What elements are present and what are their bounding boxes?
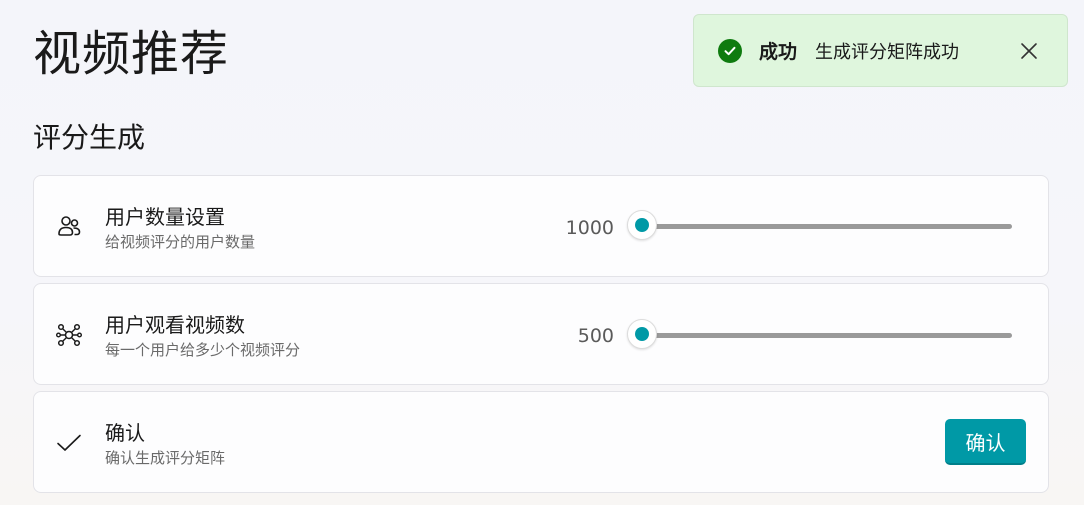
setting-card-confirm: 确认 确认生成评分矩阵 确认 bbox=[33, 391, 1049, 493]
notification-message: 生成评分矩阵成功 bbox=[815, 41, 960, 63]
confirm-label: 确认 bbox=[105, 421, 145, 445]
confirm-description: 确认生成评分矩阵 bbox=[105, 449, 226, 467]
success-check-icon bbox=[718, 38, 742, 63]
confirm-button[interactable]: 确认 bbox=[945, 419, 1026, 465]
slider-thumb[interactable] bbox=[627, 210, 657, 240]
videos-per-user-slider[interactable] bbox=[626, 319, 1012, 351]
setting-card-user-count: 用户数量设置 给视频评分的用户数量 1000 bbox=[33, 175, 1049, 277]
close-icon bbox=[1021, 43, 1037, 59]
section-title: 评分生成 bbox=[33, 121, 146, 154]
setting-card-videos-per-user: 用户观看视频数 每一个用户给多少个视频评分 500 bbox=[33, 283, 1049, 385]
slider-track[interactable] bbox=[642, 224, 1012, 229]
slider-thumb[interactable] bbox=[627, 319, 657, 349]
videos-per-user-label: 用户观看视频数 bbox=[105, 313, 245, 337]
slider-track[interactable] bbox=[642, 333, 1012, 338]
notification-title: 成功 bbox=[759, 41, 798, 63]
checkmark-icon bbox=[54, 428, 84, 458]
success-notification: 成功 生成评分矩阵成功 bbox=[693, 14, 1068, 87]
close-notification-button[interactable] bbox=[1017, 39, 1041, 63]
user-count-description: 给视频评分的用户数量 bbox=[105, 233, 256, 251]
people-icon bbox=[54, 211, 84, 241]
videos-per-user-value: 500 bbox=[577, 325, 614, 347]
user-count-slider[interactable] bbox=[626, 210, 1012, 242]
user-count-label: 用户数量设置 bbox=[105, 205, 225, 229]
network-icon bbox=[54, 320, 84, 350]
videos-per-user-description: 每一个用户给多少个视频评分 bbox=[105, 341, 301, 359]
user-count-value: 1000 bbox=[565, 217, 614, 239]
page-title: 视频推荐 bbox=[33, 26, 230, 82]
